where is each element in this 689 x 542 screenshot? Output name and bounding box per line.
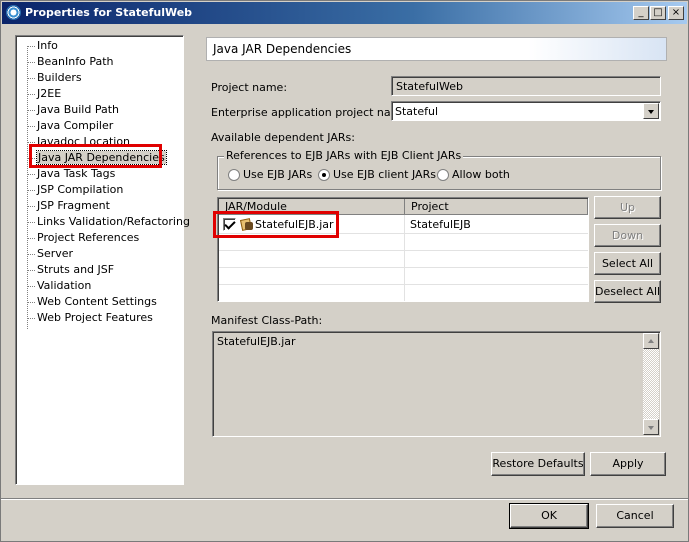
row-project-name: StatefulEJB <box>410 218 471 231</box>
maximize-button[interactable]: □ <box>650 6 666 20</box>
project-name-field: StatefulWeb <box>391 76 661 96</box>
tree-item-web-content-settings[interactable]: Web Content Settings <box>27 294 157 310</box>
manifest-classpath-value: StatefulEJB.jar <box>217 335 296 348</box>
properties-dialog: Properties for StatefulWeb _ □ × Info Be… <box>0 0 689 542</box>
project-name-value: StatefulWeb <box>396 80 463 93</box>
tree-item-server[interactable]: Server <box>27 246 73 262</box>
window-title: Properties for StatefulWeb <box>25 6 193 19</box>
column-header-project[interactable]: Project <box>405 199 588 215</box>
title-bar[interactable]: Properties for StatefulWeb _ □ × <box>2 2 687 24</box>
tree-item-validation[interactable]: Validation <box>27 278 91 294</box>
tree-item-java-task-tags[interactable]: Java Task Tags <box>27 166 115 182</box>
vertical-scrollbar[interactable] <box>643 333 659 435</box>
tree-item-j2ee[interactable]: J2EE <box>27 86 61 102</box>
radio-circle <box>228 169 240 181</box>
footer-separator <box>1 498 688 500</box>
up-button[interactable]: Up <box>594 196 661 219</box>
available-jars-label: Available dependent JARs: <box>211 131 355 144</box>
radio-circle <box>437 169 449 181</box>
radio-use-ejb-client-jars[interactable]: Use EJB client JARs <box>318 168 436 181</box>
select-all-button[interactable]: Select All <box>594 252 661 275</box>
manifest-classpath-field[interactable]: StatefulEJB.jar <box>212 331 661 437</box>
chevron-down-icon[interactable] <box>643 103 659 119</box>
tree-item-beaninfo-path[interactable]: BeanInfo Path <box>27 54 114 70</box>
down-button[interactable]: Down <box>594 224 661 247</box>
restore-defaults-button[interactable]: Restore Defaults <box>491 452 585 476</box>
property-tree[interactable]: Info BeanInfo Path Builders J2EE Java Bu… <box>15 35 190 485</box>
tree-item-jsp-compilation[interactable]: JSP Compilation <box>27 182 123 198</box>
manifest-classpath-label: Manifest Class-Path: <box>211 314 323 327</box>
page-title: Java JAR Dependencies <box>213 42 352 56</box>
tree-item-jsp-fragment[interactable]: JSP Fragment <box>27 198 110 214</box>
minimize-button[interactable]: _ <box>633 6 649 20</box>
ear-project-label: Enterprise application project name: <box>211 106 412 119</box>
tree-item-info[interactable]: Info <box>27 38 58 54</box>
ear-project-combo[interactable]: Stateful <box>391 101 661 121</box>
ear-project-value: Stateful <box>395 105 439 118</box>
tree-item-struts-and-jsf[interactable]: Struts and JSF <box>27 262 114 278</box>
tree-item-links-validation[interactable]: Links Validation/Refactoring <box>27 214 190 230</box>
page-header: Java JAR Dependencies <box>206 37 667 61</box>
ok-button[interactable]: OK <box>509 503 589 529</box>
deselect-all-button[interactable]: Deselect All <box>594 280 661 303</box>
cancel-button[interactable]: Cancel <box>596 504 674 528</box>
ejb-references-group: References to EJB JARs with EJB Client J… <box>217 149 661 190</box>
scroll-up-icon[interactable] <box>643 333 659 349</box>
scroll-down-icon[interactable] <box>643 419 659 435</box>
tree-item-project-references[interactable]: Project References <box>27 230 139 246</box>
project-name-label: Project name: <box>211 81 288 94</box>
radio-allow-both[interactable]: Allow both <box>437 168 510 181</box>
close-button[interactable]: × <box>668 6 684 20</box>
ejb-references-legend: References to EJB JARs with EJB Client J… <box>224 149 464 162</box>
selection-highlight-box <box>29 144 162 168</box>
radio-use-ejb-jars[interactable]: Use EJB JARs <box>228 168 312 181</box>
apply-button[interactable]: Apply <box>590 452 666 476</box>
tree-item-web-project-features[interactable]: Web Project Features <box>27 310 153 326</box>
tree-item-builders[interactable]: Builders <box>27 70 82 86</box>
eclipse-icon <box>6 5 21 20</box>
row-highlight-box <box>213 211 339 238</box>
tree-item-java-compiler[interactable]: Java Compiler <box>27 118 113 134</box>
radio-circle-selected <box>318 169 330 181</box>
tree-item-java-build-path[interactable]: Java Build Path <box>27 102 119 118</box>
